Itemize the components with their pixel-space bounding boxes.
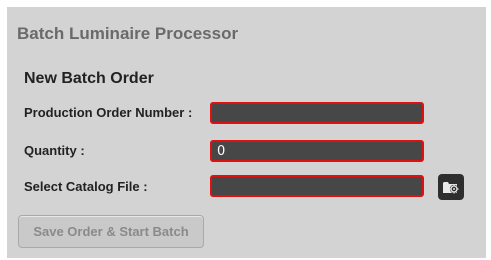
production-order-label: Production Order Number :: [24, 105, 193, 120]
app-window: Batch Luminaire Processor New Batch Orde…: [7, 7, 486, 258]
save-start-batch-button[interactable]: Save Order & Start Batch: [18, 215, 204, 248]
quantity-label: Quantity :: [24, 143, 85, 158]
app-title: Batch Luminaire Processor: [17, 24, 239, 43]
browse-catalog-button[interactable]: [438, 174, 464, 200]
catalog-file-label: Select Catalog File :: [24, 179, 148, 194]
production-order-input[interactable]: [210, 102, 424, 124]
quantity-input[interactable]: [210, 140, 424, 162]
section-title: New Batch Order: [24, 70, 154, 87]
catalog-file-input[interactable]: [210, 175, 424, 197]
folder-gear-icon: [443, 182, 459, 194]
